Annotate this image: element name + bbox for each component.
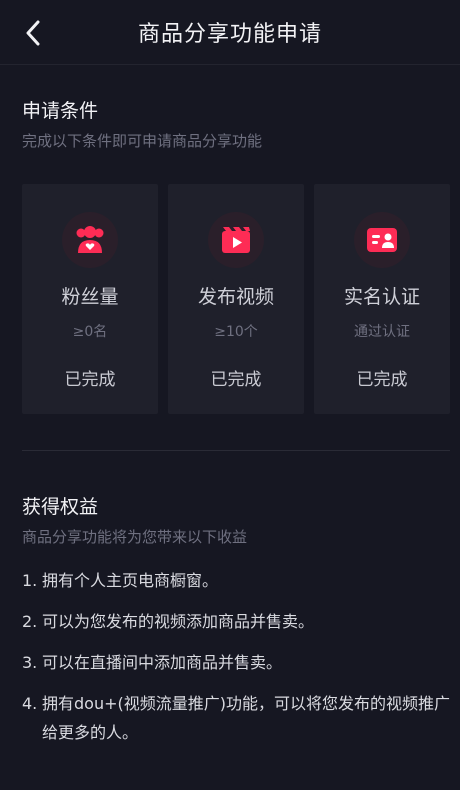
item-text: 拥有dou+(视频流量推广)功能，可以将您发布的视频推广给更多的人。	[42, 694, 450, 742]
list-item: 3. 可以在直播间中添加商品并售卖。	[22, 648, 452, 677]
item-text: 可以在直播间中添加商品并售卖。	[42, 653, 283, 672]
item-text: 拥有个人主页电商橱窗。	[42, 571, 219, 590]
item-number: 2.	[22, 612, 38, 631]
benefits-subtitle: 商品分享功能将为您带来以下收益	[22, 528, 248, 546]
back-button[interactable]	[18, 18, 48, 48]
header-divider	[0, 64, 460, 65]
card-requirement: 通过认证	[354, 324, 410, 340]
list-item: 4. 拥有dou+(视频流量推广)功能，可以将您发布的视频推广给更多的人。	[22, 689, 452, 747]
card-label: 粉丝量	[61, 286, 119, 308]
benefits-list: 1. 拥有个人主页电商橱窗。 2. 可以为您发布的视频添加商品并售卖。 3. 可…	[22, 566, 452, 759]
video-icon	[208, 212, 264, 268]
condition-card-fans: 粉丝量 ≥0名 已完成	[22, 184, 158, 414]
section-divider	[22, 450, 450, 451]
item-text: 可以为您发布的视频添加商品并售卖。	[42, 612, 315, 631]
item-number: 3.	[22, 653, 38, 672]
id-card-icon	[354, 212, 410, 268]
fans-icon	[62, 212, 118, 268]
card-status: 已完成	[356, 370, 408, 390]
top-bar: 商品分享功能申请	[0, 0, 460, 64]
page-title: 商品分享功能申请	[137, 22, 322, 47]
condition-card-identity: 实名认证 通过认证 已完成	[314, 184, 450, 414]
item-number: 1.	[22, 571, 38, 590]
list-item: 2. 可以为您发布的视频添加商品并售卖。	[22, 607, 452, 636]
card-status: 已完成	[64, 370, 116, 390]
conditions-cards: 粉丝量 ≥0名 已完成 发布视频 ≥10个 已完成 实名认证 通过认证 已完成	[22, 184, 450, 414]
conditions-subtitle: 完成以下条件即可申请商品分享功能	[22, 132, 263, 150]
item-number: 4.	[22, 694, 38, 713]
conditions-title: 申请条件	[22, 100, 99, 122]
card-label: 实名认证	[343, 286, 420, 308]
list-item: 1. 拥有个人主页电商橱窗。	[22, 566, 452, 595]
card-label: 发布视频	[197, 286, 274, 308]
card-requirement: ≥0名	[72, 324, 108, 340]
card-requirement: ≥10个	[214, 324, 258, 340]
card-status: 已完成	[210, 370, 262, 390]
benefits-title: 获得权益	[22, 496, 99, 518]
condition-card-video: 发布视频 ≥10个 已完成	[168, 184, 304, 414]
chevron-left-icon	[26, 20, 40, 46]
